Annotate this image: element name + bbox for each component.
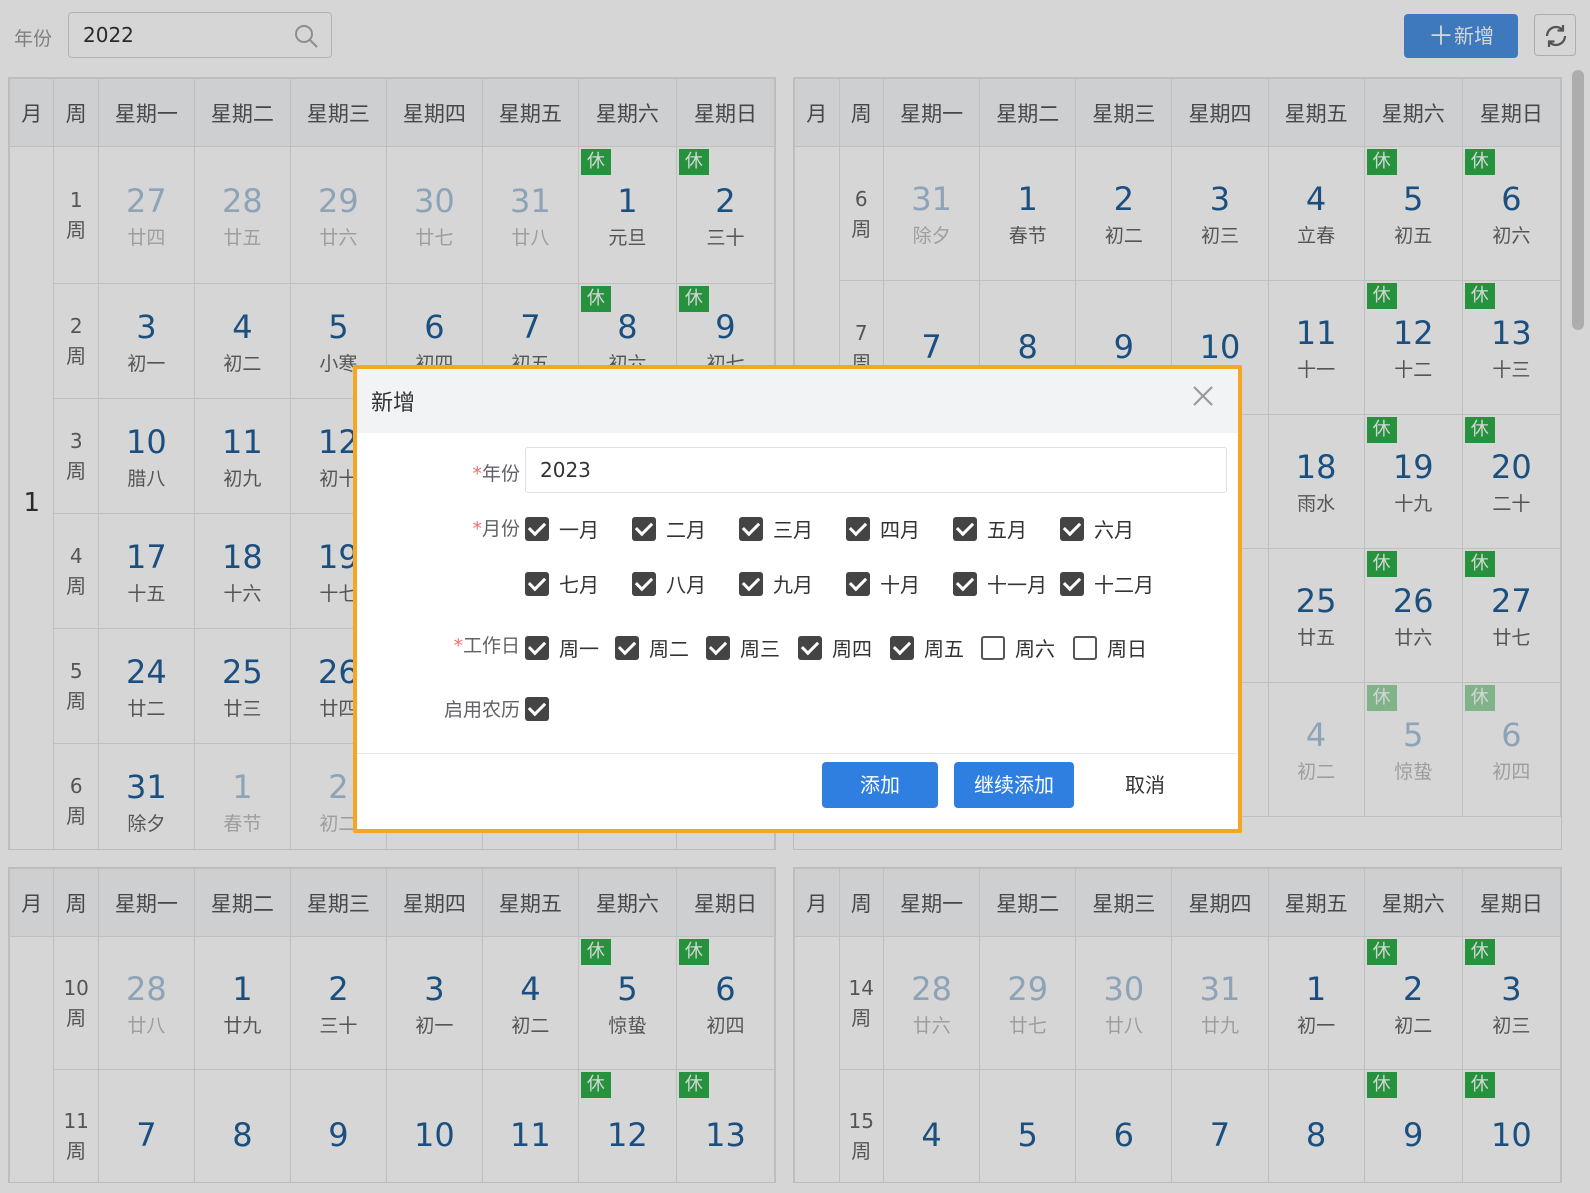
checkbox-label: 十二月 xyxy=(1094,573,1154,597)
checkbox-unchecked-icon xyxy=(1073,635,1097,660)
workday-field-label: *工作日 xyxy=(453,635,520,657)
checkbox-label: 十一月 xyxy=(987,573,1047,597)
year-field[interactable]: 2023 xyxy=(525,447,1227,493)
workday-checkbox[interactable]: 周六 xyxy=(981,633,1055,662)
month-checkbox[interactable]: 三月 xyxy=(739,514,813,543)
workday-field-label-text: 工作日 xyxy=(462,635,520,657)
month-checkbox[interactable]: 五月 xyxy=(953,514,1027,543)
dialog-title: 新增 xyxy=(371,391,416,416)
checkbox-checked-icon xyxy=(525,571,549,596)
month-checkbox[interactable]: 一月 xyxy=(525,514,599,543)
checkbox-label: 周一 xyxy=(559,637,599,661)
workday-checkbox[interactable]: 周五 xyxy=(890,633,964,662)
month-checkbox[interactable]: 七月 xyxy=(525,569,599,598)
checkbox-label: 一月 xyxy=(559,518,599,542)
workday-checkbox[interactable]: 周二 xyxy=(615,633,689,662)
checkbox-label: 七月 xyxy=(559,573,599,597)
workday-checkbox[interactable]: 周四 xyxy=(798,633,872,662)
checkbox-checked-icon xyxy=(632,571,656,596)
month-checkbox[interactable]: 六月 xyxy=(1060,514,1134,543)
checkbox-label: 六月 xyxy=(1094,518,1134,542)
continue-add-button[interactable]: 继续添加 xyxy=(954,762,1074,808)
month-checkbox[interactable]: 八月 xyxy=(632,569,706,598)
close-icon[interactable] xyxy=(1188,381,1218,411)
cancel-button[interactable]: 取消 xyxy=(1107,762,1183,808)
month-checkbox[interactable]: 九月 xyxy=(739,569,813,598)
checkbox-checked-icon xyxy=(706,635,730,660)
checkbox-checked-icon xyxy=(798,635,822,660)
checkbox-checked-icon xyxy=(525,516,549,541)
checkbox-label: 周五 xyxy=(924,637,964,661)
checkbox-checked-icon xyxy=(846,516,870,541)
checkbox-label: 周日 xyxy=(1107,637,1147,661)
lunar-field-label: 启用农历 xyxy=(443,699,520,721)
month-checkbox[interactable]: 十二月 xyxy=(1060,569,1154,598)
month-checkbox[interactable]: 十一月 xyxy=(953,569,1047,598)
month-field-label: *月份 xyxy=(472,518,520,540)
lunar-checkbox[interactable] xyxy=(525,697,559,721)
month-field-label-text: 月份 xyxy=(481,518,520,540)
dialog-footer-divider xyxy=(357,753,1238,754)
checkbox-checked-icon xyxy=(525,635,549,660)
year-field-label-text: 年份 xyxy=(481,463,520,485)
year-field-label: *年份 xyxy=(472,463,520,485)
checkbox-checked-icon xyxy=(739,516,763,541)
checkbox-checked-icon xyxy=(525,697,549,721)
checkbox-checked-icon xyxy=(1060,571,1084,596)
checkbox-label: 十月 xyxy=(880,573,920,597)
checkbox-label: 二月 xyxy=(666,518,706,542)
checkbox-checked-icon xyxy=(1060,516,1084,541)
checkbox-label: 四月 xyxy=(880,518,920,542)
checkbox-label: 周三 xyxy=(740,637,780,661)
checkbox-checked-icon xyxy=(953,571,977,596)
workday-checkbox[interactable]: 周一 xyxy=(525,633,599,662)
checkbox-label: 三月 xyxy=(773,518,813,542)
workday-checkbox[interactable]: 周三 xyxy=(706,633,780,662)
checkbox-checked-icon xyxy=(615,635,639,660)
checkbox-label: 九月 xyxy=(773,573,813,597)
workday-checkbox[interactable]: 周日 xyxy=(1073,633,1147,662)
checkbox-unchecked-icon xyxy=(981,635,1005,660)
checkbox-checked-icon xyxy=(739,571,763,596)
checkbox-checked-icon xyxy=(953,516,977,541)
checkbox-label: 五月 xyxy=(987,518,1027,542)
month-checkbox[interactable]: 十月 xyxy=(846,569,920,598)
checkbox-checked-icon xyxy=(890,635,914,660)
checkbox-checked-icon xyxy=(632,516,656,541)
checkbox-label: 周六 xyxy=(1015,637,1055,661)
month-checkbox[interactable]: 二月 xyxy=(632,514,706,543)
checkbox-label: 八月 xyxy=(666,573,706,597)
month-checkbox[interactable]: 四月 xyxy=(846,514,920,543)
checkbox-checked-icon xyxy=(846,571,870,596)
checkbox-label: 周四 xyxy=(832,637,872,661)
add-dialog: 新增 *年份 2023 *月份 一月 二月 三月 四月 五月 六月七月 八月 九月 十月 十一月 十… xyxy=(353,365,1242,833)
checkbox-label: 周二 xyxy=(649,637,689,661)
dialog-header: 新增 xyxy=(357,369,1238,433)
add-confirm-button[interactable]: 添加 xyxy=(822,762,938,808)
